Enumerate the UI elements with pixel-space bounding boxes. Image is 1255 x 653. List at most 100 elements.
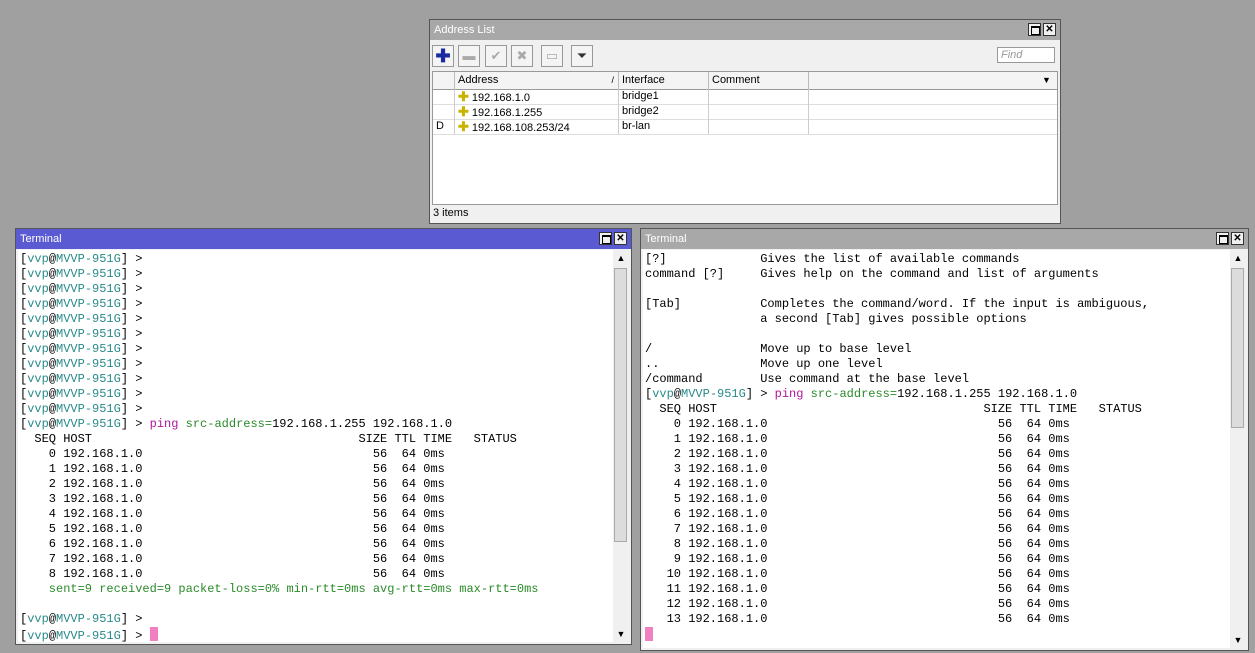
maximize-button[interactable]	[1216, 232, 1229, 245]
prompt-host: MVVP-951G	[681, 387, 746, 401]
cursor-line	[645, 627, 1228, 642]
filter-icon[interactable]: ⏷	[571, 45, 593, 67]
prompt-line: [vvp@MVVP-951G] > ping src-address=192.1…	[645, 387, 1228, 402]
ping-row: 5 192.168.1.0 56 64 0ms	[645, 492, 1070, 506]
prompt-line: [vvp@MVVP-951G] >	[20, 312, 611, 327]
row-interface: bridge2	[619, 104, 709, 119]
ping-row: 10 192.168.1.0 56 64 0ms	[645, 567, 1070, 581]
prompt-host: MVVP-951G	[56, 357, 121, 371]
prompt-user: vvp	[27, 297, 49, 311]
scroll-thumb[interactable]	[1231, 268, 1244, 428]
prompt-line: [vvp@MVVP-951G] >	[20, 282, 611, 297]
scroll-up-icon[interactable]: ▲	[1230, 250, 1246, 266]
command-name: ping	[149, 417, 186, 431]
prompt-symbol: ] >	[120, 612, 150, 626]
ping-row: 12 192.168.1.0 56 64 0ms	[645, 597, 1228, 612]
command-name: ping	[774, 387, 811, 401]
ping-row: 6 192.168.1.0 56 64 0ms	[20, 537, 611, 552]
close-button[interactable]: ✕	[614, 232, 627, 245]
add-icon[interactable]: ✚	[432, 45, 454, 67]
prompt-at: @	[48, 417, 57, 431]
prompt-line: [vvp@MVVP-951G] >	[20, 387, 611, 402]
close-button[interactable]: ✕	[1043, 23, 1056, 36]
scroll-up-icon[interactable]: ▲	[613, 250, 629, 266]
address-icon: ✚	[458, 119, 469, 134]
help-line: [Tab] Completes the command/word. If the…	[645, 297, 1228, 312]
prompt-user: vvp	[27, 252, 49, 266]
prompt-symbol: ] >	[120, 357, 150, 371]
prompt-line: [vvp@MVVP-951G] >	[20, 372, 611, 387]
address-list-titlebar[interactable]: Address List ✕	[430, 20, 1060, 40]
row-comment	[709, 104, 809, 119]
prompt-line: [vvp@MVVP-951G] >	[20, 627, 611, 642]
address-icon: ✚	[458, 89, 469, 104]
ping-row: 0 192.168.1.0 56 64 0ms	[645, 417, 1228, 432]
help-line: command [?] Gives help on the command an…	[645, 267, 1099, 281]
ping-header: SEQ HOST SIZE TTL TIME STATUS	[20, 432, 517, 446]
ping-row: 2 192.168.1.0 56 64 0ms	[20, 477, 445, 491]
prompt-symbol: ] >	[120, 629, 150, 642]
row-interface: br-lan	[619, 119, 709, 134]
scroll-thumb[interactable]	[614, 268, 627, 542]
address-column-header[interactable]: Address /	[455, 72, 619, 89]
prompt-host: MVVP-951G	[56, 327, 121, 341]
ping-row: 7 192.168.1.0 56 64 0ms	[20, 552, 445, 566]
maximize-button[interactable]	[599, 232, 612, 245]
prompt-at: @	[48, 357, 57, 371]
interface-column-header[interactable]: Interface	[619, 72, 709, 89]
ping-row: 1 192.168.1.0 56 64 0ms	[20, 462, 611, 477]
row-flag	[433, 104, 455, 119]
ping-row: 5 192.168.1.0 56 64 0ms	[645, 492, 1228, 507]
prompt-at: @	[48, 612, 57, 626]
disable-icon[interactable]: ✖	[511, 45, 533, 67]
prompt-symbol: ] >	[745, 387, 775, 401]
prompt-host: MVVP-951G	[56, 297, 121, 311]
help-line: /command Use command at the base level	[645, 372, 970, 386]
prompt-at: @	[48, 342, 57, 356]
help-line: [?] Gives the list of available commands	[645, 252, 1228, 267]
prompt-user: vvp	[27, 387, 49, 401]
prompt-user: vvp	[27, 372, 49, 386]
maximize-button[interactable]	[1028, 23, 1041, 36]
terminal-titlebar[interactable]: Terminal ✕	[641, 229, 1248, 249]
scrollbar[interactable]: ▲ ▼	[1230, 250, 1246, 648]
prompt-symbol: ] >	[120, 312, 150, 326]
enable-icon[interactable]: ✔	[485, 45, 507, 67]
remove-icon[interactable]: ▬	[458, 45, 480, 67]
prompt-at: @	[48, 267, 57, 281]
comment-icon[interactable]: ▭	[541, 45, 563, 67]
address-list-window: Address List ✕ ✚ ▬ ✔ ✖ ▭ ⏷ Find Address /…	[429, 19, 1061, 224]
prompt-symbol: ] >	[120, 297, 150, 311]
prompt-at: @	[673, 387, 682, 401]
comment-column-header[interactable]: Comment	[709, 72, 809, 89]
prompt-symbol: ] >	[120, 372, 150, 386]
prompt-host: MVVP-951G	[56, 252, 121, 266]
ping-row: 2 192.168.1.0 56 64 0ms	[645, 447, 1070, 461]
help-line: [?] Gives the list of available commands	[645, 252, 1020, 266]
prompt-line: [vvp@MVVP-951G] >	[20, 297, 611, 312]
terminal-output[interactable]: [vvp@MVVP-951G] > [vvp@MVVP-951G] > [vvp…	[18, 250, 613, 642]
scrollbar[interactable]: ▲ ▼	[613, 250, 629, 642]
flag-column-header[interactable]	[433, 72, 455, 89]
ping-row: 7 192.168.1.0 56 64 0ms	[20, 552, 611, 567]
ping-row: 5 192.168.1.0 56 64 0ms	[20, 522, 445, 536]
column-menu-icon[interactable]: ▼	[1039, 72, 1057, 89]
ping-row: 0 192.168.1.0 56 64 0ms	[645, 417, 1070, 431]
table-row[interactable]: ✚ 192.168.1.255 bridge2	[433, 104, 1057, 120]
help-line	[645, 327, 1228, 342]
table-row[interactable]: D ✚ 192.168.108.253/24 br-lan	[433, 119, 1057, 135]
ping-row: 0 192.168.1.0 56 64 0ms	[20, 447, 611, 462]
find-input[interactable]: Find	[997, 47, 1055, 63]
close-button[interactable]: ✕	[1231, 232, 1244, 245]
help-line: .. Move up one level	[645, 357, 1228, 372]
row-address: ✚ 192.168.108.253/24	[455, 119, 619, 134]
terminal-titlebar[interactable]: Terminal ✕	[16, 229, 631, 249]
terminal-output[interactable]: [?] Gives the list of available commands…	[643, 250, 1230, 648]
ping-header: SEQ HOST SIZE TTL TIME STATUS	[645, 402, 1142, 416]
scroll-down-icon[interactable]: ▼	[613, 626, 629, 642]
table-row[interactable]: ✚ 192.168.1.0 bridge1	[433, 89, 1057, 105]
scroll-down-icon[interactable]: ▼	[1230, 632, 1246, 648]
prompt-host: MVVP-951G	[56, 282, 121, 296]
item-count: 3 items	[433, 207, 469, 219]
prompt-line: [vvp@MVVP-951G] >	[20, 612, 611, 627]
